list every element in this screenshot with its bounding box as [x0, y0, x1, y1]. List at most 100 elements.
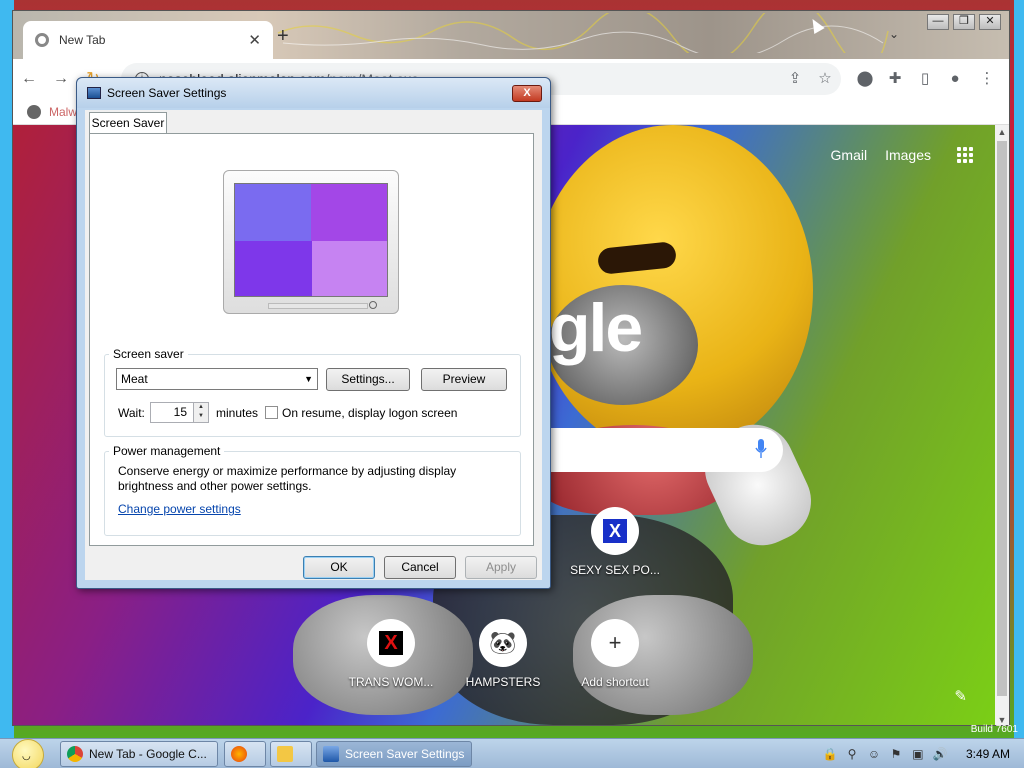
tab-strip: New Tab ✕ + ⌄ — ❐ ✕ — [13, 11, 1009, 59]
taskbar-item-explorer[interactable] — [270, 741, 312, 767]
monitor-base — [268, 303, 368, 309]
dialog-titlebar[interactable]: Screen Saver Settings — [77, 78, 550, 108]
tab-title: New Tab — [59, 33, 106, 47]
hamster-icon: 🐼 — [489, 630, 517, 655]
microphone-icon[interactable] — [755, 439, 767, 459]
folder-icon — [277, 746, 293, 762]
windows-build-text: Build 7601 — [970, 724, 1018, 735]
tab-screen-saver[interactable]: Screen Saver — [89, 112, 167, 134]
tray-flag-icon[interactable]: ⚑ — [888, 746, 904, 762]
screen-saver-settings-dialog: Screen Saver Settings X Screen Saver Scr… — [76, 77, 551, 589]
tray-smiley-icon[interactable]: ☺ — [866, 746, 882, 762]
selected-saver: Meat — [121, 372, 148, 386]
preview-screen — [234, 183, 388, 297]
bookmark-star-icon[interactable]: ☆ — [809, 63, 841, 95]
gmail-link[interactable]: Gmail — [831, 147, 868, 163]
shortcut-label: HAMPSTERS — [465, 675, 541, 689]
screen-saver-dropdown[interactable]: Meat ▼ — [116, 368, 318, 390]
wait-spinner[interactable]: ▲ ▼ — [193, 402, 209, 423]
shortcut-trans-wom[interactable]: X TRANS WOM... — [335, 619, 447, 689]
screen-saver-group: Screen saver — [104, 347, 521, 437]
x-logo-icon: X — [379, 631, 403, 655]
firefox-icon — [231, 746, 247, 762]
x-logo-icon: X — [603, 519, 627, 543]
extensions-puzzle-icon[interactable]: ✚ — [879, 63, 911, 95]
tab-new-tab[interactable]: New Tab ✕ — [23, 21, 273, 59]
taskbar-item-firefox[interactable] — [224, 741, 266, 767]
tray-lock-icon[interactable]: 🔒 — [822, 746, 838, 762]
cancel-button[interactable]: Cancel — [384, 556, 456, 579]
globe-icon — [27, 104, 41, 119]
chrome-icon — [67, 746, 83, 762]
start-button[interactable]: ◡ — [8, 739, 48, 768]
shortcut-icon-container: X — [591, 507, 639, 555]
monitor-icon — [323, 746, 339, 762]
shortcut-label: SEXY SEX PO... — [570, 563, 660, 577]
profile-flag-icon[interactable]: ⬤ — [849, 63, 881, 95]
tray-search-icon[interactable]: ⚲ — [844, 746, 860, 762]
plus-icon: + — [608, 630, 622, 655]
resume-logon-checkbox[interactable] — [265, 406, 278, 419]
tab-close-icon[interactable]: ✕ — [248, 31, 261, 49]
taskbar-item-chrome[interactable]: New Tab - Google C... — [60, 741, 218, 767]
screen-saver-group-label: Screen saver — [113, 347, 184, 361]
minimize-button[interactable]: — — [927, 14, 949, 30]
minutes-label: minutes — [216, 406, 259, 420]
ntp-header-links: Gmail Images — [831, 147, 973, 163]
taskbar-item-screen-saver[interactable]: Screen Saver Settings — [316, 741, 472, 767]
back-arrow-icon[interactable]: ← — [13, 63, 45, 95]
shortcut-icon-container: 🐼 — [479, 619, 527, 667]
dropdown-arrow-icon: ▼ — [304, 374, 313, 384]
side-panel-icon[interactable]: ▯ — [909, 63, 941, 95]
ok-button[interactable]: OK — [303, 556, 375, 579]
shortcut-label: Add shortcut — [581, 675, 649, 689]
shortcut-icon-container: + — [591, 619, 639, 667]
shortcut-label: TRANS WOM... — [348, 675, 434, 689]
chrome-tab-icon — [35, 33, 49, 47]
resume-logon-label[interactable]: On resume, display logon screen — [282, 406, 457, 420]
preview-button[interactable]: Preview — [421, 368, 507, 391]
wait-minutes-input[interactable]: 15 — [150, 402, 194, 423]
shortcut-add[interactable]: + Add shortcut — [559, 619, 671, 689]
start-orb-icon: ◡ — [12, 739, 44, 768]
monitor-power-led — [369, 301, 377, 309]
system-tray: 🔒 ⚲ ☺ ⚑ ▣ 🔊 3:49 AM — [822, 739, 1018, 768]
screen-saver-icon — [87, 87, 101, 99]
shortcut-sexy-sex[interactable]: X SEXY SEX PO... — [559, 507, 671, 577]
maximize-button[interactable]: ❐ — [953, 14, 975, 30]
tab-panel: Screen saver Meat ▼ Settings... Preview … — [89, 133, 534, 546]
new-tab-button[interactable]: + — [277, 25, 289, 48]
taskbar-item-label: Screen Saver Settings — [345, 747, 465, 761]
ntp-search-box[interactable] — [543, 428, 783, 472]
settings-button[interactable]: Settings... — [326, 368, 410, 391]
taskbar: ◡ New Tab - Google C... Screen Saver Set… — [0, 738, 1024, 768]
tab-search-chevron-icon[interactable]: ⌄ — [889, 27, 899, 41]
clock[interactable]: 3:49 AM — [966, 747, 1010, 761]
power-description: Conserve energy or maximize performance … — [118, 464, 457, 493]
share-icon[interactable]: ⇪ — [779, 63, 811, 95]
scrollbar-thumb[interactable] — [997, 141, 1007, 696]
images-link[interactable]: Images — [885, 147, 931, 163]
close-window-button[interactable]: ✕ — [979, 14, 1001, 30]
change-power-settings-link[interactable]: Change power settings — [118, 502, 241, 516]
dialog-body: Screen Saver Screen saver Meat ▼ Setting… — [85, 110, 542, 580]
tray-network-icon[interactable]: ▣ — [910, 746, 926, 762]
account-avatar-icon[interactable]: ● — [939, 63, 971, 95]
forward-arrow-icon[interactable]: → — [45, 63, 77, 95]
apps-grid-icon[interactable] — [957, 147, 973, 163]
monitor-preview — [223, 170, 399, 314]
customize-pencil-icon[interactable]: ✎ — [954, 687, 967, 705]
dialog-title: Screen Saver Settings — [107, 86, 227, 100]
power-management-label: Power management — [113, 444, 221, 458]
page-scrollbar[interactable]: ▲ ▼ — [995, 125, 1009, 725]
apply-button[interactable]: Apply — [465, 556, 537, 579]
wait-label: Wait: — [118, 406, 145, 420]
bookmark-item[interactable]: Malw — [49, 105, 77, 119]
tray-volume-icon[interactable]: 🔊 — [932, 746, 948, 762]
menu-kebab-icon[interactable]: ⋮ — [971, 63, 1003, 95]
tab-strip-texture — [277, 13, 889, 53]
google-logo: gle — [549, 290, 643, 366]
scroll-up-icon[interactable]: ▲ — [995, 127, 1009, 137]
shortcut-hampsters[interactable]: 🐼 HAMPSTERS — [447, 619, 559, 689]
dialog-close-button[interactable]: X — [512, 85, 542, 102]
